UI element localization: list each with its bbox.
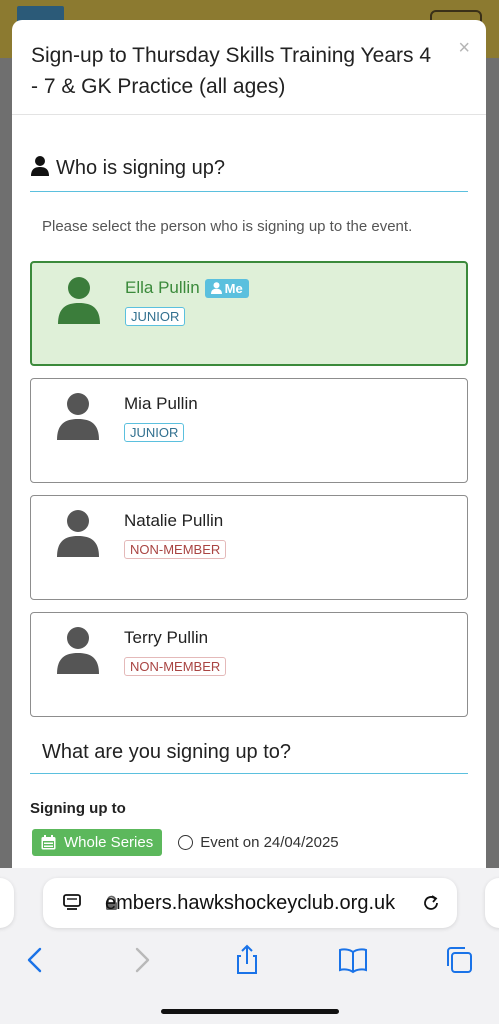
signing-up-to-label: Signing up to (30, 800, 126, 817)
person-name-text: Terry Pullin (124, 628, 209, 647)
help-text: Please select the person who is signing … (42, 218, 413, 235)
person-name: Ella Pullin Me (125, 278, 249, 298)
forward-icon[interactable] (127, 944, 157, 976)
browser-toolbar (0, 944, 499, 984)
person-card-mia[interactable]: Mia Pullin JUNIOR (30, 378, 468, 483)
person-name-text: Ella Pullin (125, 278, 200, 297)
whole-series-button[interactable]: Whole Series (32, 829, 163, 856)
signup-modal: Sign-up to Thursday Skills Training Year… (12, 20, 486, 880)
whole-series-label: Whole Series (64, 834, 154, 851)
member-type-tag: NON-MEMBER (124, 657, 227, 676)
next-tab-pill[interactable] (485, 878, 499, 928)
address-bar[interactable]: embers.hawkshockeyclub.org.uk (43, 878, 457, 928)
bookmarks-icon[interactable] (338, 944, 368, 976)
user-icon (30, 155, 50, 182)
member-type-tag: JUNIOR (125, 307, 186, 326)
who-heading-text: Who is signing up? (56, 157, 225, 179)
person-name: Mia Pullin (124, 394, 198, 414)
tabs-icon[interactable] (444, 944, 474, 976)
person-avatar-icon (57, 510, 99, 557)
reload-icon[interactable] (421, 893, 441, 913)
person-card-natalie[interactable]: Natalie Pullin NON-MEMBER (30, 495, 468, 600)
modal-header: Sign-up to Thursday Skills Training Year… (12, 20, 486, 115)
person-name-text: Natalie Pullin (124, 511, 224, 530)
calendar-icon (41, 835, 56, 850)
person-name: Natalie Pullin (124, 511, 223, 531)
back-icon[interactable] (20, 944, 50, 976)
person-avatar-icon (58, 277, 100, 324)
person-avatar-icon (57, 393, 99, 440)
person-list: Ella Pullin Me JUNIOR Mia Pullin JUNIOR … (30, 261, 468, 717)
what-heading: What are you signing up to? (30, 741, 468, 774)
who-heading: Who is signing up? (30, 155, 468, 192)
person-avatar-icon (57, 627, 99, 674)
person-card-ella[interactable]: Ella Pullin Me JUNIOR (30, 261, 468, 366)
person-name-text: Mia Pullin (124, 394, 198, 413)
event-date-label: Event on 24/04/2025 (200, 834, 339, 851)
me-badge: Me (204, 278, 249, 298)
previous-tab-pill[interactable] (0, 878, 14, 928)
home-indicator (161, 1009, 339, 1014)
member-type-tag: JUNIOR (124, 423, 185, 442)
modal-title: Sign-up to Thursday Skills Training Year… (31, 44, 432, 98)
page-menu-icon[interactable] (63, 894, 81, 912)
share-icon[interactable] (232, 944, 262, 976)
what-heading-text: What are you signing up to? (42, 741, 292, 763)
me-badge-text: Me (224, 280, 243, 296)
signup-options: Whole Series Event on 24/04/2025 (32, 829, 486, 856)
url-text[interactable]: embers.hawkshockeyclub.org.uk (105, 892, 395, 915)
radio-icon (178, 835, 194, 850)
person-name: Terry Pullin (124, 628, 208, 648)
close-button[interactable]: × (458, 38, 470, 58)
person-card-terry[interactable]: Terry Pullin NON-MEMBER (30, 612, 468, 717)
event-date-radio[interactable]: Event on 24/04/2025 (178, 834, 339, 851)
member-type-tag: NON-MEMBER (124, 540, 227, 559)
browser-bottom-bar: embers.hawkshockeyclub.org.uk (0, 868, 499, 1024)
user-icon (210, 282, 222, 294)
